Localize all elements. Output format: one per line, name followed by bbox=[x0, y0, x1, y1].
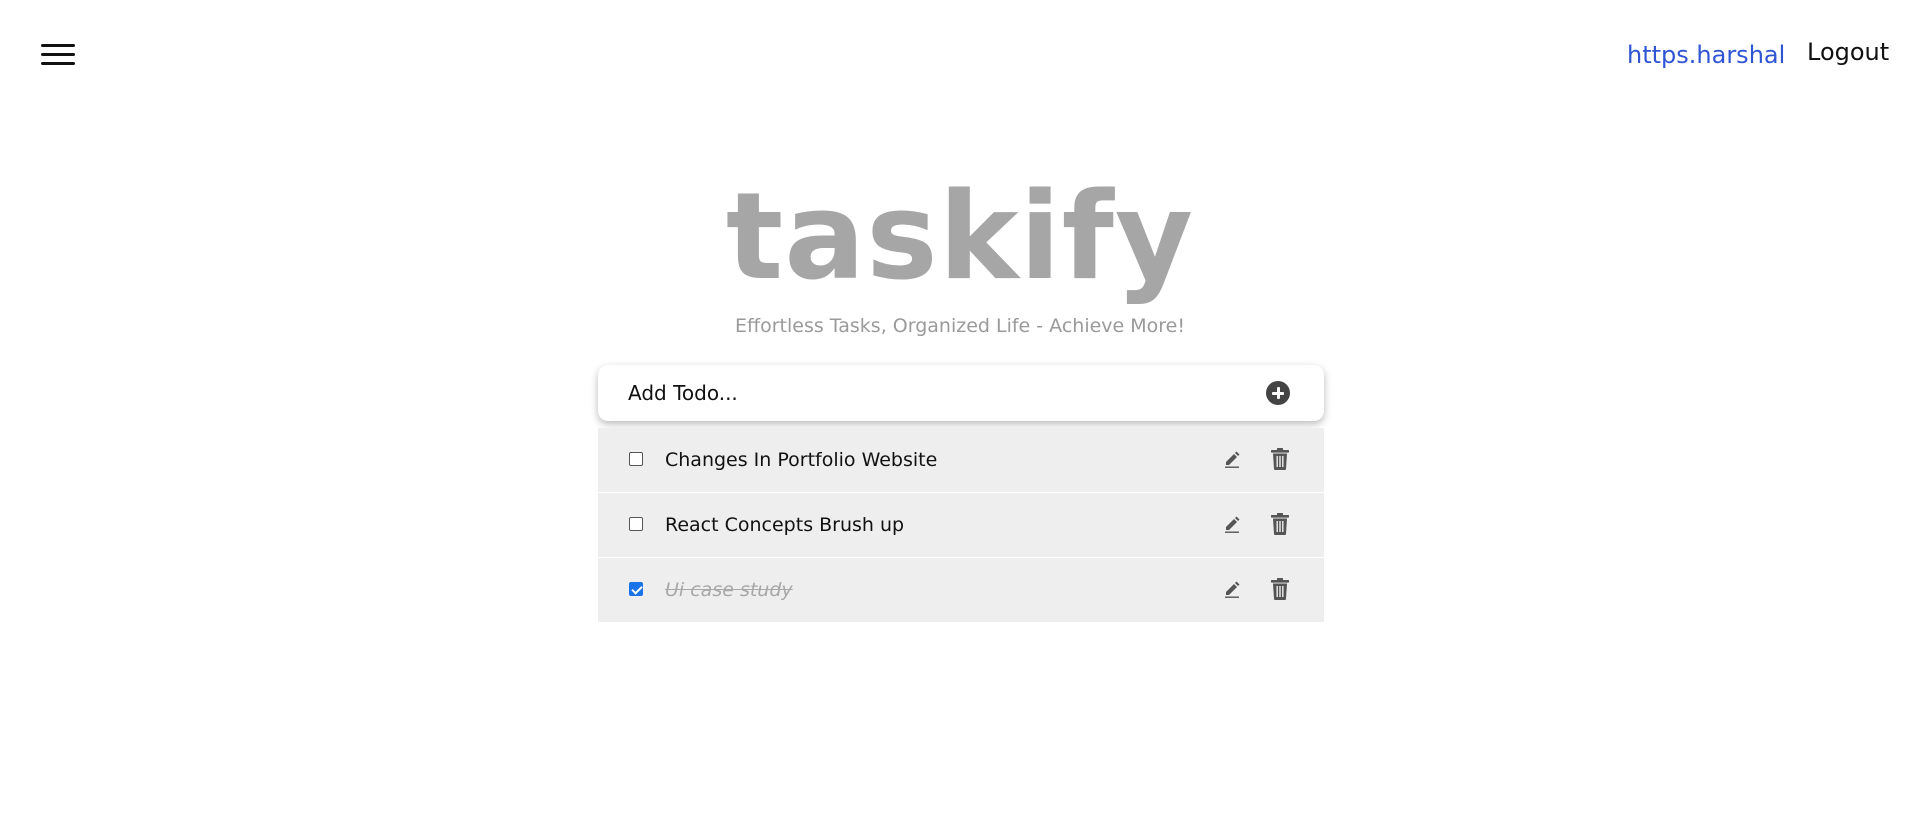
pencil-icon[interactable] bbox=[1223, 450, 1241, 468]
todo-item: Ui case study bbox=[598, 558, 1324, 622]
user-link[interactable]: https.harshal bbox=[1627, 40, 1785, 70]
pencil-icon[interactable] bbox=[1223, 515, 1241, 533]
hamburger-menu-icon[interactable] bbox=[41, 42, 75, 68]
logout-link[interactable]: Logout bbox=[1807, 37, 1889, 67]
app-title: taskify bbox=[725, 168, 1195, 307]
todo-checkbox[interactable] bbox=[629, 452, 643, 466]
todo-text: Ui case study bbox=[665, 579, 793, 601]
todo-text: Changes In Portfolio Website bbox=[665, 449, 938, 471]
add-todo-input[interactable] bbox=[628, 365, 1228, 421]
pencil-icon[interactable] bbox=[1223, 580, 1241, 598]
todo-list: Changes In Portfolio Website React Conce… bbox=[598, 428, 1324, 622]
app-tagline: Effortless Tasks, Organized Life - Achie… bbox=[735, 315, 1185, 337]
trash-icon[interactable] bbox=[1270, 448, 1290, 470]
todo-item: Changes In Portfolio Website bbox=[598, 428, 1324, 493]
todo-checkbox[interactable] bbox=[629, 582, 643, 596]
trash-icon[interactable] bbox=[1270, 513, 1290, 535]
todo-item: React Concepts Brush up bbox=[598, 493, 1324, 558]
plus-circle-icon[interactable] bbox=[1266, 381, 1290, 405]
trash-icon[interactable] bbox=[1270, 578, 1290, 600]
add-todo-form bbox=[598, 365, 1324, 421]
app-page: https.harshal Logout taskify Effortless … bbox=[0, 0, 1920, 837]
todo-text: React Concepts Brush up bbox=[665, 514, 905, 536]
todo-checkbox[interactable] bbox=[629, 517, 643, 531]
